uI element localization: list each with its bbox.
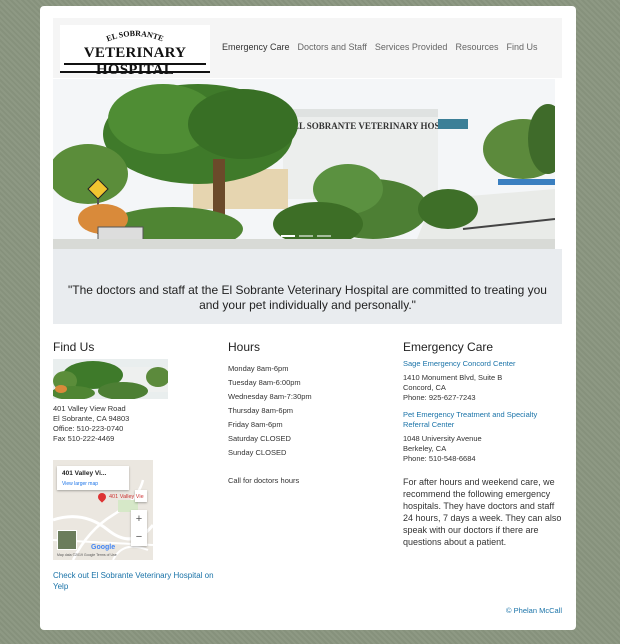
address-line: El Sobrante, CA 94803 [53, 414, 130, 423]
carousel-dot[interactable] [281, 235, 295, 237]
clinic-2-link[interactable]: Pet Emergency Treatment and Specialty Re… [403, 410, 553, 430]
clinic-1-address: 1410 Monument Blvd, Suite B [403, 373, 503, 382]
hero-photo: EL SOBRANTE VETERINARY HOSPITAL [53, 79, 555, 249]
logo-arc: EL SOBRANTE [105, 29, 165, 43]
emergency-section: Emergency Care Sage Emergency Concord Ce… [403, 340, 563, 547]
map-pin-label: 401 Valley Vie [109, 494, 144, 500]
emergency-clinic-1: Sage Emergency Concord Center 1410 Monum… [403, 359, 516, 403]
hero-carousel[interactable]: EL SOBRANTE VETERINARY HOSPITAL [53, 79, 555, 249]
nav-services[interactable]: Services Provided [375, 42, 448, 52]
doctors-hours-note: Call for doctors hours [228, 476, 300, 485]
mission-quote: "The doctors and staff at the El Sobrant… [68, 283, 547, 312]
hours-sunday: Sunday CLOSED [228, 448, 287, 457]
zoom-out-button[interactable]: − [131, 528, 147, 546]
site-logo[interactable]: EL SOBRANTE VETERINARY HOSPITAL [60, 25, 210, 78]
emergency-clinic-2: Pet Emergency Treatment and Specialty Re… [403, 410, 553, 464]
google-map-embed[interactable]: 401 Valley Vi... View larger map 401 Val… [53, 460, 153, 560]
hours-section: Hours Monday 8am-6pm Tuesday 8am-6:00pm … [228, 340, 388, 485]
hours-tuesday: Tuesday 8am-6:00pm [228, 378, 301, 387]
clinic-2-phone: Phone: 510-548-6684 [403, 454, 476, 463]
map-card-title: 401 Valley Vi... [62, 470, 107, 477]
clinic-2-address: 1048 University Avenue [403, 434, 482, 443]
hours-monday: Monday 8am-6pm [228, 364, 289, 373]
fax-number: Fax 510-222-4469 [53, 434, 115, 443]
hours-spacer [228, 460, 312, 474]
emergency-heading: Emergency Care [403, 340, 494, 354]
clinic-2-city: Berkeley, CA [403, 444, 447, 453]
clinic-1-phone: Phone: 925-627-7243 [403, 393, 476, 402]
footer-credit-link[interactable]: © Phelan McCall [506, 606, 562, 615]
mission-quote-box: "The doctors and staff at the El Sobrant… [53, 249, 562, 324]
logo-title: VETERINARY HOSPITAL [83, 45, 187, 78]
find-us-section: Find Us 401 Valley View Road El Sobrante… [53, 340, 214, 591]
hours-saturday: Saturday CLOSED [228, 434, 291, 443]
office-phone: Office: 510-223-0740 [53, 424, 124, 433]
hours-thursday: Thursday 8am-6pm [228, 406, 294, 415]
view-larger-map-link[interactable]: View larger map [62, 481, 98, 487]
clinic-1-link[interactable]: Sage Emergency Concord Center [403, 359, 516, 369]
map-zoom-controls: + − [131, 510, 147, 546]
address-block: 401 Valley View Road El Sobrante, CA 948… [53, 404, 129, 444]
find-us-heading: Find Us [53, 340, 95, 354]
site-header: EL SOBRANTE VETERINARY HOSPITAL Emergenc… [53, 18, 562, 78]
nav-find-us[interactable]: Find Us [506, 42, 537, 52]
yelp-link[interactable]: Check out El Sobrante Veterinary Hospita… [53, 570, 223, 592]
main-nav: Emergency Care Doctors and Staff Service… [222, 42, 538, 52]
carousel-dot[interactable] [317, 235, 331, 237]
nav-emergency-care[interactable]: Emergency Care [222, 42, 290, 52]
logo-rule [64, 63, 206, 65]
map-footer: Map data ©2019 Google Terms of Use [57, 553, 117, 557]
hospital-thumbnail [53, 359, 168, 399]
map-info-card: 401 Valley Vi... View larger map [57, 466, 129, 490]
logo-arc-text: EL SOBRANTE [105, 29, 165, 43]
hours-list: Monday 8am-6pm Tuesday 8am-6:00pm Wednes… [228, 362, 312, 488]
carousel-dot[interactable] [299, 235, 313, 237]
hours-heading: Hours [228, 340, 261, 354]
carousel-indicators [281, 235, 331, 237]
nav-doctors-staff[interactable]: Doctors and Staff [298, 42, 367, 52]
hours-wednesday: Wednesday 8am-7:30pm [228, 392, 312, 401]
address-line: 401 Valley View Road [53, 404, 126, 413]
emergency-description: For after hours and weekend care, we rec… [403, 477, 562, 547]
nav-resources[interactable]: Resources [455, 42, 498, 52]
clinic-1-city: Concord, CA [403, 383, 446, 392]
google-logo: Google [91, 544, 116, 551]
page-container: EL SOBRANTE VETERINARY HOSPITAL Emergenc… [40, 6, 576, 630]
hours-friday: Friday 8am-6pm [228, 420, 283, 429]
satellite-toggle[interactable] [57, 530, 77, 550]
zoom-in-button[interactable]: + [131, 510, 147, 528]
svg-text:EL SOBRANTE: EL SOBRANTE [105, 29, 165, 43]
